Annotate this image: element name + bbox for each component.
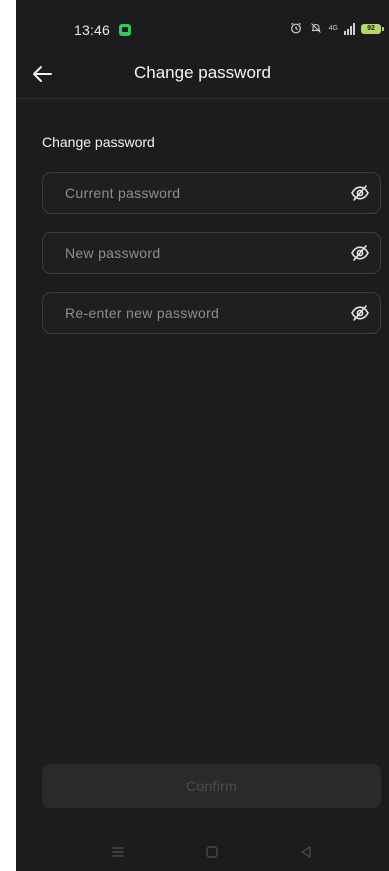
status-indicators: 4G 92	[289, 21, 384, 37]
battery-icon: 92	[361, 24, 384, 34]
confirm-password-input[interactable]	[43, 293, 333, 333]
confirm-button[interactable]: Confirm	[42, 764, 381, 808]
message-notification-icon	[119, 24, 131, 36]
home-square-icon[interactable]	[200, 840, 224, 864]
eye-off-icon[interactable]	[350, 303, 370, 323]
new-password-input[interactable]	[43, 233, 333, 273]
page-title: Change password	[133, 63, 272, 82]
signal-icon	[344, 23, 355, 35]
network-type: 4G	[328, 25, 338, 32]
eye-off-icon[interactable]	[350, 243, 370, 263]
triangle-back-icon[interactable]	[294, 840, 318, 864]
status-time: 13:46	[74, 22, 111, 38]
system-nav-bar	[16, 840, 389, 864]
new-password-field	[42, 232, 381, 274]
alarm-icon	[289, 22, 303, 36]
section-title: Change password	[42, 134, 155, 150]
confirm-password-field	[42, 292, 381, 334]
menu-icon[interactable]	[106, 840, 130, 864]
mute-bell-icon	[309, 22, 323, 36]
app-screen: 13:46 4G 92 Change password Change passw…	[16, 0, 389, 871]
current-password-field	[42, 172, 381, 214]
app-header: Change password	[16, 50, 389, 99]
current-password-input[interactable]	[43, 173, 333, 213]
eye-off-icon[interactable]	[350, 183, 370, 203]
